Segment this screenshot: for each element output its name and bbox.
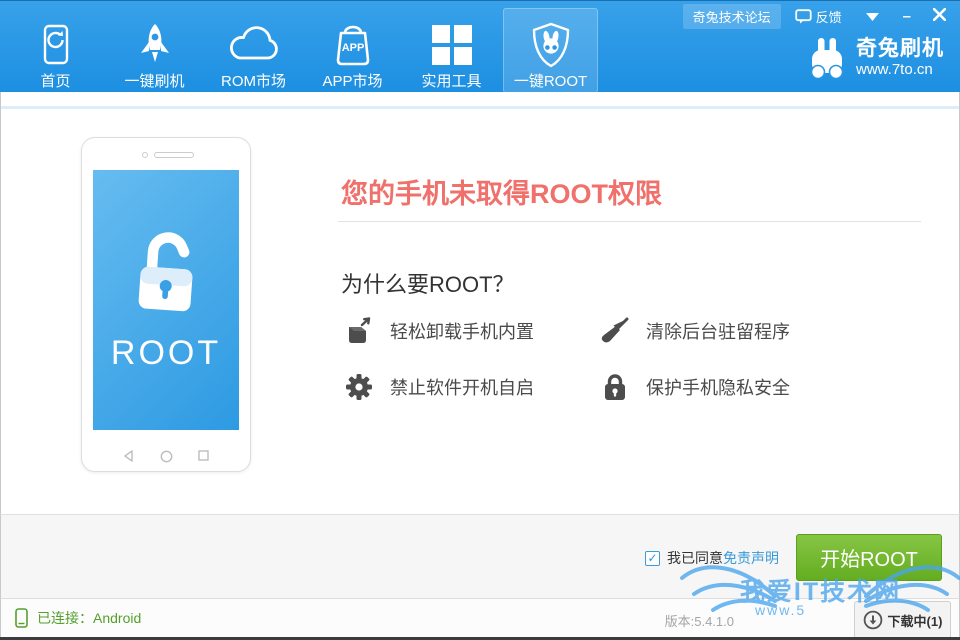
disclaimer-link[interactable]: 免责声明: [723, 548, 779, 568]
feature-privacy: 保护手机隐私安全: [600, 370, 790, 404]
close-button[interactable]: [925, 6, 954, 26]
menu-caret-button[interactable]: [858, 5, 887, 28]
root-screen-label: ROOT: [111, 334, 221, 373]
close-icon: [933, 8, 946, 21]
feature-autostart: 禁止软件开机自启: [344, 370, 600, 404]
tools-grid-icon: [432, 22, 472, 68]
brand-name: 奇兔刷机: [856, 37, 944, 60]
connection-text: 已连接：Android: [37, 608, 141, 628]
nav-label: 一键刷机: [124, 70, 184, 91]
rocket-icon: [135, 22, 175, 68]
phone-speaker: [154, 152, 194, 158]
nav-item-flash[interactable]: 一键刷机: [107, 8, 202, 93]
status-bar: 已连接：Android 版本:5.4.1.0 下载中(1): [0, 598, 960, 637]
version-label: 版本:5.4.1.0: [665, 611, 734, 630]
brand-url: www.7to.cn: [856, 62, 944, 79]
lock-icon: [600, 373, 630, 401]
window-controls: 奇兔技术论坛 反馈 –: [683, 5, 954, 27]
android-home-icon: [160, 450, 173, 463]
nav-label: ROM市场: [221, 70, 286, 91]
agree-checkbox[interactable]: ✓: [645, 551, 660, 566]
feedback-label: 反馈: [816, 7, 842, 26]
chat-bubble-icon: [795, 9, 812, 24]
android-recents-icon: [198, 450, 209, 461]
forum-button[interactable]: 奇兔技术论坛: [683, 4, 781, 29]
nav-item-rom-market[interactable]: ROM市场: [206, 8, 301, 93]
nav-item-app-market[interactable]: APP APP市场: [305, 8, 400, 93]
shield-rabbit-icon: [530, 22, 572, 68]
feature-label: 轻松卸载手机内置: [390, 318, 534, 344]
nav-item-root[interactable]: 一键ROOT: [503, 8, 598, 93]
agreement-row: ✓ 我已同意 免责声明: [645, 548, 779, 568]
feedback-button[interactable]: 反馈: [795, 7, 842, 26]
download-label: 下载中(1): [888, 611, 943, 630]
title-divider: [338, 221, 921, 222]
phone-illustration: ROOT: [81, 137, 251, 472]
nav-label: APP市场: [322, 70, 382, 91]
brand-logo: 奇兔刷机 www.7to.cn: [806, 37, 944, 79]
minimize-button[interactable]: –: [895, 6, 919, 27]
nav-label: 实用工具: [421, 70, 481, 91]
download-icon: [863, 610, 883, 630]
android-back-icon: [123, 450, 135, 462]
nav-label: 首页: [40, 70, 70, 91]
feature-uninstall: 轻松卸载手机内置: [344, 314, 600, 348]
feature-list: 轻松卸载手机内置 清除后台驻留程序: [344, 314, 790, 404]
feature-label: 禁止软件开机自启: [390, 374, 534, 400]
phone-nav-buttons: [82, 450, 250, 463]
bottom-action-bar: ✓ 我已同意 免责声明 开始ROOT: [0, 514, 960, 598]
why-root-heading: 为什么要ROOT？: [341, 267, 515, 299]
clean-brush-icon: [600, 317, 630, 345]
rabbit-logo-icon: [806, 37, 848, 79]
connection-status: 已连接：Android: [15, 608, 141, 628]
agree-label: 我已同意: [667, 548, 723, 568]
header-shadow-line: [1, 106, 959, 109]
main-content: ROOT 您的手机未取得ROOT权限 为什么要ROOT？: [0, 92, 960, 514]
nav-item-tools[interactable]: 实用工具: [404, 8, 499, 93]
phone-screen: ROOT: [93, 170, 239, 430]
home-refresh-icon: [38, 22, 74, 68]
nav-item-home[interactable]: 首页: [8, 8, 103, 93]
feature-label: 保护手机隐私安全: [646, 374, 790, 400]
phone-camera-dot: [142, 152, 148, 158]
uninstall-box-icon: [344, 317, 374, 345]
start-root-button[interactable]: 开始ROOT: [796, 534, 942, 581]
main-nav: 首页 一键刷机: [8, 8, 602, 93]
app-bag-text: APP: [341, 42, 364, 54]
download-button[interactable]: 下载中(1): [854, 601, 951, 638]
title-bar: 首页 一键刷机: [0, 0, 960, 92]
app-bag-icon: APP: [331, 22, 375, 68]
unlocked-padlock-icon: [120, 222, 212, 326]
app-window: 首页 一键刷机: [0, 0, 960, 640]
cloud-icon: [227, 22, 281, 68]
gear-icon: [344, 373, 374, 401]
nav-label: 一键ROOT: [514, 70, 587, 91]
feature-label: 清除后台驻留程序: [646, 318, 790, 344]
feature-clean: 清除后台驻留程序: [600, 314, 790, 348]
chevron-down-icon: [866, 13, 879, 21]
phone-connected-icon: [15, 608, 28, 628]
page-title: 您的手机未取得ROOT权限: [341, 172, 662, 211]
